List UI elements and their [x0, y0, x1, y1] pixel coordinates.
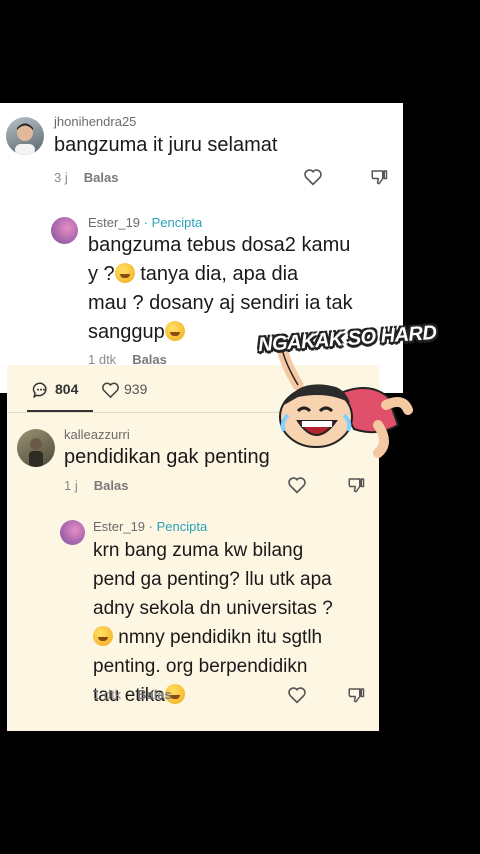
reply-button[interactable]: Balas — [137, 687, 172, 702]
laughing-emoji-icon — [164, 321, 185, 341]
reply-button[interactable]: Balas — [94, 478, 129, 493]
worried-emoji-icon — [93, 626, 113, 646]
reply-line: penting. org berpendidikn — [93, 656, 308, 677]
avatar-jhonihendra25[interactable] — [6, 117, 44, 155]
reply-time: 1 dtk — [93, 687, 122, 702]
laughing-emoji-icon — [114, 263, 135, 283]
person-photo-icon — [15, 123, 35, 155]
avatar-ester19[interactable] — [51, 217, 78, 244]
reply-button[interactable]: Balas — [84, 170, 119, 185]
dislike-icon[interactable] — [370, 168, 388, 186]
heart-icon[interactable] — [101, 381, 120, 399]
reply-line-part: nmny pendidikn itu sgtlh — [113, 627, 323, 648]
reply-line-part: sanggup — [88, 321, 165, 343]
reply-username[interactable]: Ester_19 · Pencipta — [88, 215, 202, 230]
comment-count: 804 — [55, 381, 79, 397]
creator-badge: · Pencipta — [140, 215, 203, 230]
reply-line: nmny pendidikn itu sgtlh — [93, 623, 377, 652]
like-count: 939 — [124, 381, 148, 397]
reply-line: bangzuma tebus dosa2 kamu — [88, 234, 351, 256]
creator-badge: · Pencipta — [145, 519, 208, 534]
comment-time: 1 j — [64, 478, 78, 493]
reply-line: mau ? dosany aj sendiri ia tak — [88, 292, 353, 314]
heart-icon[interactable] — [287, 686, 307, 704]
comment-text: pendidikan gak penting — [64, 446, 270, 468]
person-photo-icon — [29, 438, 43, 467]
comment-bubble-icon[interactable] — [32, 381, 50, 399]
reply-username-text: Ester_19 — [88, 215, 141, 230]
reply-line-part: y ? — [88, 263, 115, 285]
heart-icon[interactable] — [303, 168, 323, 186]
comment-meta: 1 j Balas — [64, 478, 128, 493]
reply-line-part: tanya dia, apa dia — [134, 263, 299, 285]
comment-username[interactable]: kalleazzurri — [64, 427, 130, 442]
dislike-icon[interactable] — [347, 686, 365, 704]
avatar-kalleazzurri[interactable] — [17, 429, 55, 467]
reply-line: adny sekola dn universitas ? — [93, 598, 333, 619]
avatar-ester19[interactable] — [60, 520, 85, 545]
reply-text: krn bang zuma kw bilang pend ga penting?… — [93, 536, 377, 710]
reply-line: krn bang zuma kw bilang — [93, 540, 304, 561]
dislike-icon[interactable] — [347, 476, 365, 494]
comment-username[interactable]: jhonihendra25 — [54, 114, 136, 129]
reply-line: pend ga penting? llu utk apa — [93, 569, 332, 590]
reply-username-text: Ester_19 — [93, 519, 146, 534]
reply-meta: 1 dtk Balas — [93, 687, 172, 702]
comment-meta: 3 j Balas — [54, 170, 118, 185]
heart-icon[interactable] — [287, 476, 307, 494]
reply-line: y ? tanya dia, apa dia — [88, 260, 398, 289]
reply-username[interactable]: Ester_19 · Pencipta — [93, 519, 207, 534]
comment-text: bangzuma it juru selamat — [54, 134, 278, 156]
comment-time: 3 j — [54, 170, 68, 185]
